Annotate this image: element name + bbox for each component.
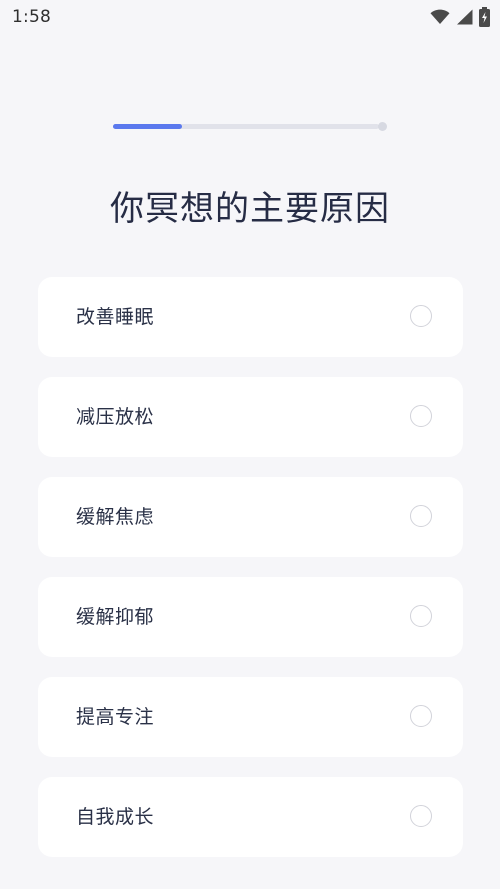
radio-button[interactable]: [410, 705, 432, 727]
page-title: 你冥想的主要原因: [110, 189, 390, 229]
option-label: 提高专注: [76, 706, 155, 728]
progress-fill: [113, 124, 183, 129]
radio-button[interactable]: [410, 505, 432, 527]
status-bar: 1:58: [0, 0, 500, 34]
option-label: 自我成长: [76, 806, 155, 828]
radio-button[interactable]: [410, 605, 432, 627]
option-label: 改善睡眠: [76, 306, 155, 328]
option-card-relieve-anxiety[interactable]: 缓解焦虑: [38, 477, 463, 557]
battery-charging-icon: [479, 7, 490, 27]
option-label: 缓解抑郁: [76, 606, 155, 628]
option-card-relieve-depression[interactable]: 缓解抑郁: [38, 577, 463, 657]
status-icons: [430, 6, 490, 28]
option-card-relax[interactable]: 减压放松: [38, 377, 463, 457]
radio-button[interactable]: [410, 305, 432, 327]
option-card-improve-focus[interactable]: 提高专注: [38, 677, 463, 757]
option-label: 缓解焦虑: [76, 506, 155, 528]
radio-button[interactable]: [410, 805, 432, 827]
progress-bar: [113, 122, 387, 132]
progress-end-dot: [378, 122, 387, 131]
options-list: 改善睡眠 减压放松 缓解焦虑 缓解抑郁 提高专注 自我成长: [38, 277, 463, 877]
wifi-icon: [430, 9, 450, 25]
status-time: 1:58: [12, 7, 51, 27]
progress-track: [113, 124, 379, 129]
option-card-self-growth[interactable]: 自我成长: [38, 777, 463, 857]
option-card-improve-sleep[interactable]: 改善睡眠: [38, 277, 463, 357]
radio-button[interactable]: [410, 405, 432, 427]
signal-icon: [456, 9, 473, 25]
option-label: 减压放松: [76, 406, 155, 428]
